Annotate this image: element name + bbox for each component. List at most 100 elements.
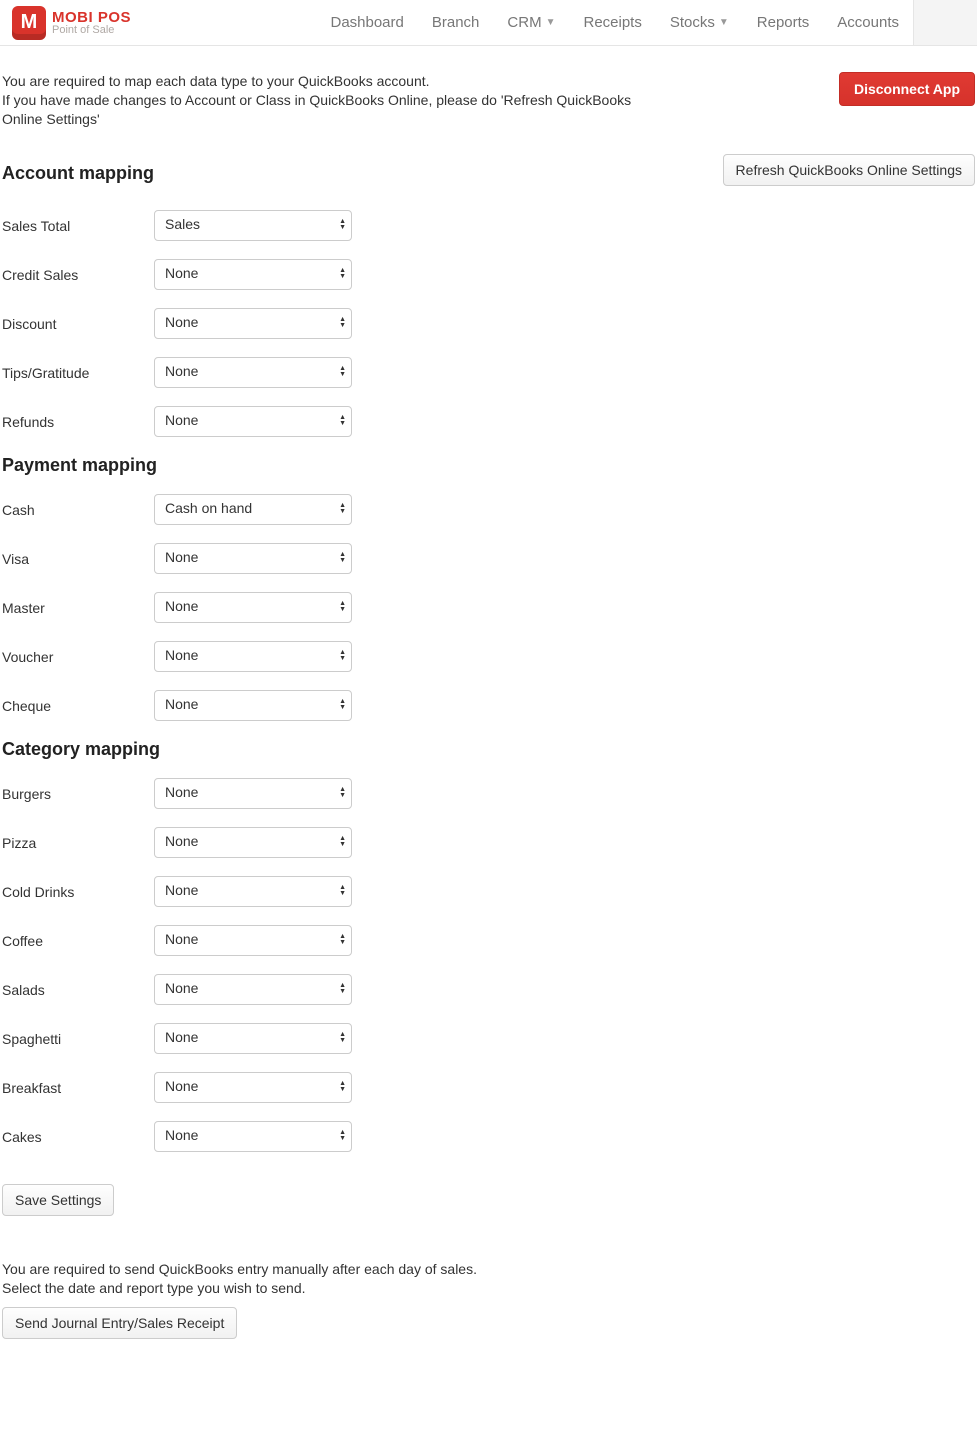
field-master: Master None ▲▼ xyxy=(2,592,975,623)
select-burgers[interactable]: None ▲▼ xyxy=(154,778,352,809)
select-sales-total-value[interactable]: Sales xyxy=(154,210,352,241)
select-discount[interactable]: None ▲▼ xyxy=(154,308,352,339)
select-visa-value[interactable]: None xyxy=(154,543,352,574)
field-cheque: Cheque None ▲▼ xyxy=(2,690,975,721)
intro-line-2: If you have made changes to Account or C… xyxy=(2,91,642,129)
payment-mapping-title: Payment mapping xyxy=(2,455,975,476)
select-coffee-value[interactable]: None xyxy=(154,925,352,956)
select-voucher-value[interactable]: None xyxy=(154,641,352,672)
select-cold-drinks[interactable]: None ▲▼ xyxy=(154,876,352,907)
select-breakfast[interactable]: None ▲▼ xyxy=(154,1072,352,1103)
footer-line-2: Select the date and report type you wish… xyxy=(2,1279,975,1299)
select-cakes[interactable]: None ▲▼ xyxy=(154,1121,352,1152)
account-mapping-title: Account mapping xyxy=(2,163,154,184)
label-coffee: Coffee xyxy=(2,931,154,949)
select-voucher[interactable]: None ▲▼ xyxy=(154,641,352,672)
logo-subtitle: Point of Sale xyxy=(52,25,131,36)
select-tips[interactable]: None ▲▼ xyxy=(154,357,352,388)
label-voucher: Voucher xyxy=(2,647,154,665)
save-settings-button[interactable]: Save Settings xyxy=(2,1184,114,1216)
chevron-down-icon: ▼ xyxy=(546,17,556,28)
select-credit-sales-value[interactable]: None xyxy=(154,259,352,290)
footer-text: You are required to send QuickBooks entr… xyxy=(2,1260,975,1299)
logo-icon: M xyxy=(12,6,46,40)
label-tips: Tips/Gratitude xyxy=(2,363,154,381)
field-cakes: Cakes None ▲▼ xyxy=(2,1121,975,1152)
logo[interactable]: M MOBI POS Point of Sale xyxy=(4,2,139,44)
select-pizza[interactable]: None ▲▼ xyxy=(154,827,352,858)
select-pizza-value[interactable]: None xyxy=(154,827,352,858)
label-sales-total: Sales Total xyxy=(2,216,154,234)
nav-accounts[interactable]: Accounts xyxy=(823,0,913,45)
select-master[interactable]: None ▲▼ xyxy=(154,592,352,623)
select-spaghetti-value[interactable]: None xyxy=(154,1023,352,1054)
select-cheque-value[interactable]: None xyxy=(154,690,352,721)
label-refunds: Refunds xyxy=(2,412,154,430)
select-refunds[interactable]: None ▲▼ xyxy=(154,406,352,437)
label-cash: Cash xyxy=(2,500,154,518)
send-journal-entry-button[interactable]: Send Journal Entry/Sales Receipt xyxy=(2,1307,237,1339)
nav-branch[interactable]: Branch xyxy=(418,0,494,45)
label-breakfast: Breakfast xyxy=(2,1078,154,1096)
chevron-down-icon: ▼ xyxy=(719,17,729,28)
select-salads-value[interactable]: None xyxy=(154,974,352,1005)
field-sales-total: Sales Total Sales ▲▼ xyxy=(2,210,975,241)
field-pizza: Pizza None ▲▼ xyxy=(2,827,975,858)
field-refunds: Refunds None ▲▼ xyxy=(2,406,975,437)
field-coffee: Coffee None ▲▼ xyxy=(2,925,975,956)
label-cheque: Cheque xyxy=(2,696,154,714)
label-visa: Visa xyxy=(2,549,154,567)
disconnect-app-button[interactable]: Disconnect App xyxy=(839,72,975,106)
label-cakes: Cakes xyxy=(2,1127,154,1145)
refresh-quickbooks-button[interactable]: Refresh QuickBooks Online Settings xyxy=(723,154,975,186)
select-cakes-value[interactable]: None xyxy=(154,1121,352,1152)
select-visa[interactable]: None ▲▼ xyxy=(154,543,352,574)
intro-row: You are required to map each data type t… xyxy=(2,56,975,137)
nav-crm-label: CRM xyxy=(507,14,541,31)
nav-menu: Dashboard Branch CRM ▼ Receipts Stocks ▼… xyxy=(316,0,977,45)
select-salads[interactable]: None ▲▼ xyxy=(154,974,352,1005)
select-coffee[interactable]: None ▲▼ xyxy=(154,925,352,956)
field-cash: Cash Cash on hand ▲▼ xyxy=(2,494,975,525)
select-master-value[interactable]: None xyxy=(154,592,352,623)
select-cash-value[interactable]: Cash on hand xyxy=(154,494,352,525)
select-breakfast-value[interactable]: None xyxy=(154,1072,352,1103)
nav-stocks-label: Stocks xyxy=(670,14,715,31)
select-sales-total[interactable]: Sales ▲▼ xyxy=(154,210,352,241)
content: You are required to map each data type t… xyxy=(0,46,977,1379)
field-burgers: Burgers None ▲▼ xyxy=(2,778,975,809)
label-cold-drinks: Cold Drinks xyxy=(2,882,154,900)
select-burgers-value[interactable]: None xyxy=(154,778,352,809)
top-nav-bar: M MOBI POS Point of Sale Dashboard Branc… xyxy=(0,0,977,46)
field-spaghetti: Spaghetti None ▲▼ xyxy=(2,1023,975,1054)
select-cash[interactable]: Cash on hand ▲▼ xyxy=(154,494,352,525)
label-master: Master xyxy=(2,598,154,616)
select-cheque[interactable]: None ▲▼ xyxy=(154,690,352,721)
field-tips: Tips/Gratitude None ▲▼ xyxy=(2,357,975,388)
intro-text: You are required to map each data type t… xyxy=(2,72,642,129)
nav-receipts[interactable]: Receipts xyxy=(569,0,655,45)
nav-crm[interactable]: CRM ▼ xyxy=(493,0,569,45)
nav-dashboard[interactable]: Dashboard xyxy=(316,0,417,45)
label-discount: Discount xyxy=(2,314,154,332)
field-credit-sales: Credit Sales None ▲▼ xyxy=(2,259,975,290)
label-spaghetti: Spaghetti xyxy=(2,1029,154,1047)
select-refunds-value[interactable]: None xyxy=(154,406,352,437)
category-mapping-title: Category mapping xyxy=(2,739,975,760)
intro-line-1: You are required to map each data type t… xyxy=(2,72,642,91)
label-pizza: Pizza xyxy=(2,833,154,851)
select-spaghetti[interactable]: None ▲▼ xyxy=(154,1023,352,1054)
nav-reports[interactable]: Reports xyxy=(743,0,824,45)
select-tips-value[interactable]: None xyxy=(154,357,352,388)
logo-title: MOBI POS xyxy=(52,10,131,25)
footer-line-1: You are required to send QuickBooks entr… xyxy=(2,1260,975,1280)
select-cold-drinks-value[interactable]: None xyxy=(154,876,352,907)
field-visa: Visa None ▲▼ xyxy=(2,543,975,574)
field-salads: Salads None ▲▼ xyxy=(2,974,975,1005)
nav-stocks[interactable]: Stocks ▼ xyxy=(656,0,743,45)
field-breakfast: Breakfast None ▲▼ xyxy=(2,1072,975,1103)
field-voucher: Voucher None ▲▼ xyxy=(2,641,975,672)
field-cold-drinks: Cold Drinks None ▲▼ xyxy=(2,876,975,907)
select-discount-value[interactable]: None xyxy=(154,308,352,339)
select-credit-sales[interactable]: None ▲▼ xyxy=(154,259,352,290)
